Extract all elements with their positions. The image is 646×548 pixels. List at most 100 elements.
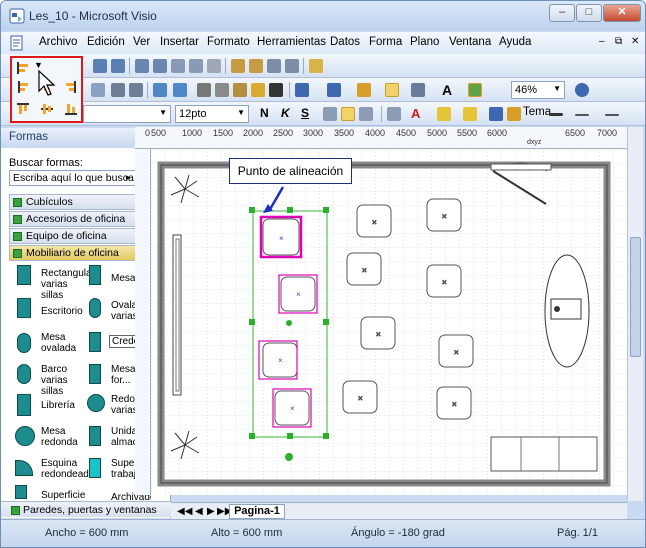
align-right-icon[interactable] <box>64 80 78 94</box>
menu-close-icon[interactable]: ✕ <box>631 36 639 47</box>
align-bottom-icon[interactable] <box>64 102 78 116</box>
bring-front-icon[interactable] <box>267 59 281 73</box>
theme-icon[interactable] <box>507 107 521 121</box>
maximize-button[interactable]: □ <box>576 4 602 22</box>
prev-page-icon[interactable]: ◀ <box>195 506 203 517</box>
group-icon[interactable] <box>231 59 245 73</box>
bold-button[interactable]: N <box>260 106 269 120</box>
format-painter-icon[interactable] <box>251 83 265 97</box>
floor-plan[interactable]: × × × × × × × × ×××× <box>151 149 627 495</box>
shadow-icon[interactable] <box>489 107 503 121</box>
stencil-equipo[interactable]: Equipo de oficina <box>9 228 136 244</box>
shape-desk-icon[interactable] <box>17 298 31 318</box>
zoom-select[interactable]: 46% ▼ <box>511 81 565 99</box>
close-button[interactable]: ✕ <box>603 4 641 22</box>
research-icon[interactable] <box>173 83 187 97</box>
shape-label[interactable]: Esquina redondeada <box>41 458 94 480</box>
flip-icon[interactable] <box>135 59 149 73</box>
new-icon[interactable] <box>91 83 105 97</box>
rotate-icon[interactable] <box>153 59 167 73</box>
menu-herramientas[interactable]: Herramientas <box>257 36 326 48</box>
shape-bookcase-icon[interactable] <box>17 394 31 416</box>
layer-icon[interactable] <box>309 59 323 73</box>
help-icon[interactable] <box>575 83 589 97</box>
paste-icon[interactable] <box>233 83 247 97</box>
shape-storage-icon[interactable] <box>89 426 101 446</box>
shapes-icon[interactable] <box>357 83 371 97</box>
menu-minimize-icon[interactable]: – <box>599 36 605 47</box>
distribute-icon[interactable] <box>111 59 125 73</box>
align-center-icon[interactable] <box>341 107 355 121</box>
shape-formal-table-icon[interactable] <box>89 364 101 384</box>
shape-label[interactable]: Escritorio <box>41 306 83 317</box>
font-name-select[interactable]: ▼ <box>83 105 171 123</box>
cut-icon[interactable] <box>197 83 211 97</box>
first-page-icon[interactable]: ◀◀ <box>177 506 192 517</box>
connector-tool-icon[interactable] <box>411 83 425 97</box>
shape-corner-icon[interactable] <box>15 460 33 476</box>
shape-oval-icon[interactable] <box>89 298 101 318</box>
line-pattern-icon[interactable] <box>575 114 589 116</box>
shape-op-2-icon[interactable] <box>189 59 203 73</box>
align-right-icon[interactable] <box>359 107 373 121</box>
line-weight-icon[interactable] <box>549 113 563 116</box>
shape-round-table-icon[interactable] <box>15 426 35 446</box>
connection-point-icon[interactable] <box>468 83 482 97</box>
next-page-icon[interactable]: ▶ <box>207 506 215 517</box>
line-ends-icon[interactable] <box>605 114 619 116</box>
shape-table-icon[interactable] <box>89 265 101 285</box>
shape-boat-table-icon[interactable] <box>17 364 31 384</box>
menu-restore-icon[interactable]: ⧉ <box>615 36 622 47</box>
align-middle-icon[interactable] <box>40 102 54 116</box>
send-back-icon[interactable] <box>285 59 299 73</box>
align-vertical-icon[interactable] <box>93 59 107 73</box>
delete-icon[interactable] <box>269 83 283 97</box>
stencil-paredes[interactable]: Paredes, puertas y ventanas <box>1 501 171 517</box>
text-tool[interactable]: A <box>442 82 452 98</box>
shape-label[interactable]: Barco varias sillas <box>41 364 89 397</box>
search-shapes-input[interactable]: Escriba aquí lo que busca <box>9 170 136 186</box>
line-color-icon[interactable] <box>437 107 451 121</box>
menu-ver[interactable]: Ver <box>133 36 150 48</box>
search-go-icon[interactable]: ▸ <box>126 172 131 183</box>
print-icon[interactable] <box>111 83 125 97</box>
scroll-thumb[interactable] <box>630 237 641 357</box>
menu-ventana[interactable]: Ventana <box>449 36 491 48</box>
align-left-icon[interactable] <box>16 80 30 94</box>
minimize-button[interactable]: – <box>549 4 575 22</box>
menu-ayuda[interactable]: Ayuda <box>499 36 531 48</box>
shape-work-surface-icon[interactable] <box>89 458 101 478</box>
stencil-cubiculos[interactable]: Cubículos <box>9 194 136 210</box>
menu-plano[interactable]: Plano <box>410 36 439 48</box>
spelling-icon[interactable] <box>153 83 167 97</box>
copy-icon[interactable] <box>215 83 229 97</box>
stencil-mobiliario[interactable]: Mobiliario de oficina <box>9 245 136 261</box>
shape-credenza-icon[interactable] <box>89 332 101 352</box>
shape-rect-table-icon[interactable] <box>17 265 31 285</box>
menu-datos[interactable]: Datos <box>330 36 360 48</box>
document-icon[interactable] <box>9 35 25 51</box>
align-top-icon[interactable] <box>16 102 30 116</box>
shape-oval-table-icon[interactable] <box>17 333 31 353</box>
tab-pagina-1[interactable]: Pagina-1 <box>229 504 285 519</box>
menu-archivo[interactable]: Archivo <box>39 36 77 48</box>
italic-button[interactable]: K <box>281 106 290 120</box>
fill-color-icon[interactable] <box>463 107 477 121</box>
undo-icon[interactable] <box>295 83 309 97</box>
theme-button[interactable]: Tema <box>523 106 551 118</box>
vertical-scrollbar[interactable] <box>627 127 643 501</box>
align-left-icon[interactable] <box>323 107 337 121</box>
ungroup-icon[interactable] <box>249 59 263 73</box>
text-block-icon[interactable] <box>207 59 221 73</box>
menu-insertar[interactable]: Insertar <box>160 36 199 48</box>
drawing-canvas[interactable]: × × × × × × × × × × × × <box>151 149 627 495</box>
shape-label[interactable]: Mesa ovalada <box>41 332 89 354</box>
shape-round-icon[interactable] <box>87 394 105 412</box>
underline-button[interactable]: S <box>301 106 309 120</box>
menu-forma[interactable]: Forma <box>369 36 402 48</box>
font-color-button[interactable]: A <box>411 106 420 121</box>
shape-label[interactable]: Superficie <box>41 490 85 501</box>
redo-icon[interactable] <box>327 83 341 97</box>
menu-formato[interactable]: Formato <box>207 36 250 48</box>
shape-op-icon[interactable] <box>171 59 185 73</box>
